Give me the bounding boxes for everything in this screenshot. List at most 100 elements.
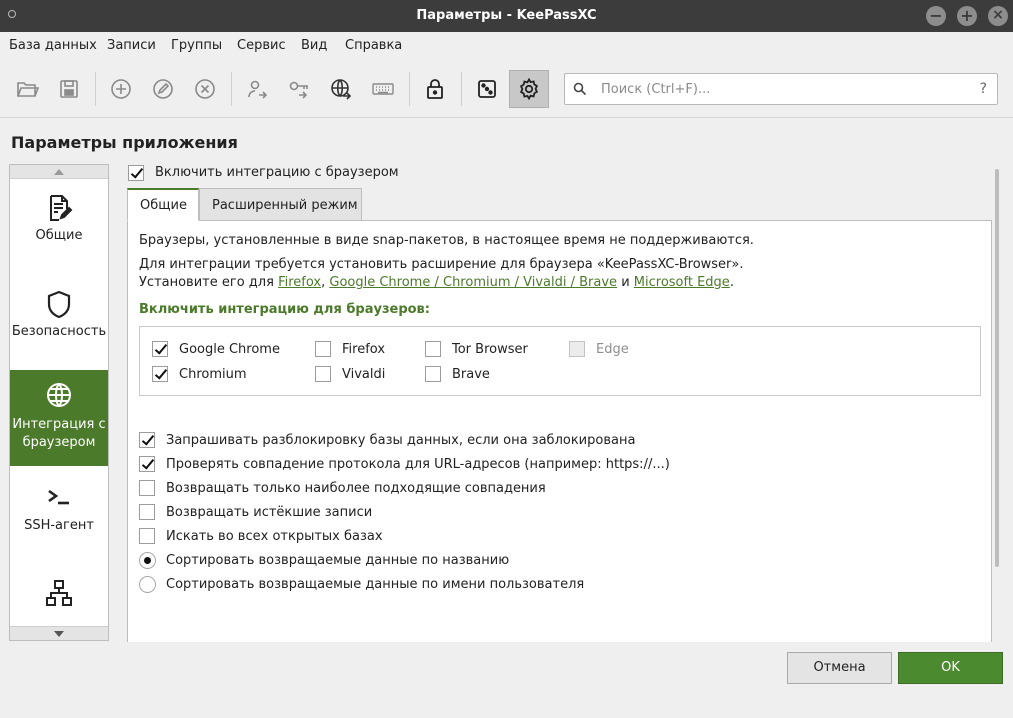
sidebar-item-label: Общие	[35, 228, 83, 243]
window-title: Параметры - KeePassXC	[416, 8, 597, 23]
brave-label: Brave	[452, 367, 490, 382]
install-prefix: Установите его для	[139, 275, 274, 290]
edge-label: Edge	[596, 342, 629, 357]
sidebar-item-label: SSH-агент	[24, 518, 94, 533]
sidebar-scroll-up[interactable]	[10, 165, 108, 179]
shield-icon	[47, 290, 71, 319]
best-matches-label: Возвращать только наиболее подходящие со…	[166, 481, 546, 496]
match-scheme-label: Проверять совпадение протокола для URL-а…	[166, 457, 670, 472]
requires-extension-text: Для интеграции требуется установить расш…	[139, 257, 744, 272]
keyboard-icon[interactable]	[363, 70, 403, 108]
dice-icon[interactable]	[467, 70, 507, 108]
sort-by-title-label: Сортировать возвращаемые данные по назва…	[166, 553, 510, 568]
match-scheme-checkbox[interactable]	[139, 456, 155, 472]
enable-browser-integration-label: Включить интеграцию с браузером	[155, 165, 399, 180]
sort-by-username-radio[interactable]	[139, 576, 156, 593]
delete-entry-icon[interactable]	[185, 70, 225, 108]
tor-browser-checkbox[interactable]	[425, 341, 441, 357]
sidebar-item-browser-integration[interactable]: Интеграция с браузером	[10, 370, 108, 466]
globe-icon	[47, 383, 71, 407]
edit-entry-icon[interactable]	[143, 70, 183, 108]
settings-page: Параметры приложения Общие Безопасность …	[0, 118, 1013, 718]
lock-icon[interactable]	[415, 70, 455, 108]
edge-link[interactable]: Microsoft Edge	[634, 275, 730, 290]
browsers-group: Google Chrome Firefox Tor Browser Edge C…	[139, 326, 981, 396]
brave-checkbox[interactable]	[425, 366, 441, 382]
sidebar-item-network[interactable]	[10, 578, 108, 618]
content-scrollbar[interactable]	[995, 169, 999, 567]
install-end: .	[729, 275, 734, 290]
chromium-checkbox[interactable]	[152, 366, 168, 382]
edge-checkbox[interactable]	[569, 341, 585, 357]
vivaldi-label: Vivaldi	[342, 367, 386, 382]
browsers-group-title: Включить интеграцию для браузеров:	[139, 302, 430, 317]
sidebar-item-general[interactable]: Общие	[10, 193, 108, 279]
google-chrome-checkbox[interactable]	[152, 341, 168, 357]
toolbar-separator	[95, 72, 96, 106]
menu-bar: База данных Записи Группы Сервис Вид Спр…	[0, 32, 1013, 60]
menu-entries[interactable]: Записи	[107, 38, 156, 53]
globe-transfer-icon[interactable]	[321, 70, 361, 108]
menu-help[interactable]: Справка	[345, 38, 402, 53]
firefox-link[interactable]: Firefox	[278, 275, 321, 290]
title-bar: Параметры - KeePassXC − + ×	[0, 0, 1013, 32]
minimize-icon[interactable]: −	[926, 6, 946, 26]
toolbar-separator	[461, 72, 462, 106]
sidebar-item-label: Интеграция с браузером	[12, 417, 106, 450]
tab-advanced[interactable]: Расширенный режим	[199, 188, 362, 221]
firefox-checkbox[interactable]	[315, 341, 331, 357]
menu-database[interactable]: База данных	[9, 38, 97, 53]
search-input[interactable]: Поиск (Ctrl+F)... ?	[564, 73, 998, 105]
expired-entries-label: Возвращать истёкшие записи	[166, 505, 373, 520]
install-separator: ,	[321, 275, 326, 290]
add-entry-icon[interactable]	[101, 70, 141, 108]
search-all-databases-label: Искать во всех открытых базах	[166, 529, 383, 544]
settings-sidebar: Общие Безопасность Интеграция с браузеро…	[9, 164, 109, 641]
terminal-icon	[48, 489, 69, 505]
sidebar-item-ssh-agent[interactable]: SSH-агент	[10, 483, 108, 569]
menu-view[interactable]: Вид	[301, 38, 327, 53]
settings-icon[interactable]	[509, 70, 549, 108]
chrome-link[interactable]: Google Chrome / Chromium / Vivaldi / Bra…	[329, 275, 617, 290]
cancel-button[interactable]: Отмена	[787, 652, 892, 684]
toolbar-separator	[409, 72, 410, 106]
folder-open-icon[interactable]	[7, 70, 47, 108]
tab-general[interactable]: Общие	[127, 188, 199, 221]
search-placeholder: Поиск (Ctrl+F)...	[601, 82, 711, 97]
expired-entries-checkbox[interactable]	[139, 504, 155, 520]
save-icon[interactable]	[49, 70, 89, 108]
toolbar: Поиск (Ctrl+F)... ?	[0, 60, 1013, 118]
search-help-icon[interactable]: ?	[980, 81, 987, 97]
request-unlock-label: Запрашивать разблокировку базы данных, е…	[166, 433, 636, 448]
snap-note: Браузеры, установленные в виде snap-паке…	[139, 233, 754, 248]
search-all-databases-checkbox[interactable]	[139, 528, 155, 544]
maximize-icon[interactable]: +	[957, 6, 977, 26]
tab-panel-general: Браузеры, установленные в виде snap-паке…	[127, 220, 992, 642]
ok-button[interactable]: OK	[898, 652, 1003, 684]
user-transfer-icon[interactable]	[237, 70, 277, 108]
request-unlock-checkbox[interactable]	[139, 432, 155, 448]
sort-by-username-label: Сортировать возвращаемые данные по имени…	[166, 577, 585, 592]
sidebar-item-security[interactable]: Безопасность	[10, 289, 108, 375]
firefox-label: Firefox	[342, 342, 386, 357]
network-icon	[46, 580, 72, 606]
close-icon[interactable]: ×	[988, 6, 1008, 26]
vivaldi-checkbox[interactable]	[315, 366, 331, 382]
install-extension-line: Установите его для Firefox, Google Chrom…	[139, 275, 734, 290]
sort-by-title-radio[interactable]	[139, 552, 156, 569]
install-and: и	[621, 275, 630, 290]
enable-browser-integration-checkbox[interactable]	[128, 165, 144, 181]
sidebar-item-label: Безопасность	[11, 324, 107, 339]
tor-browser-label: Tor Browser	[452, 342, 528, 357]
document-edit-icon	[50, 195, 73, 221]
best-matches-checkbox[interactable]	[139, 480, 155, 496]
chromium-label: Chromium	[179, 367, 247, 382]
search-icon	[573, 82, 587, 96]
sidebar-scroll-down[interactable]	[10, 626, 108, 640]
key-transfer-icon[interactable]	[279, 70, 319, 108]
toolbar-separator	[231, 72, 232, 106]
page-title: Параметры приложения	[11, 133, 238, 152]
menu-tools[interactable]: Сервис	[237, 38, 286, 53]
menu-groups[interactable]: Группы	[171, 38, 222, 53]
google-chrome-label: Google Chrome	[179, 342, 280, 357]
